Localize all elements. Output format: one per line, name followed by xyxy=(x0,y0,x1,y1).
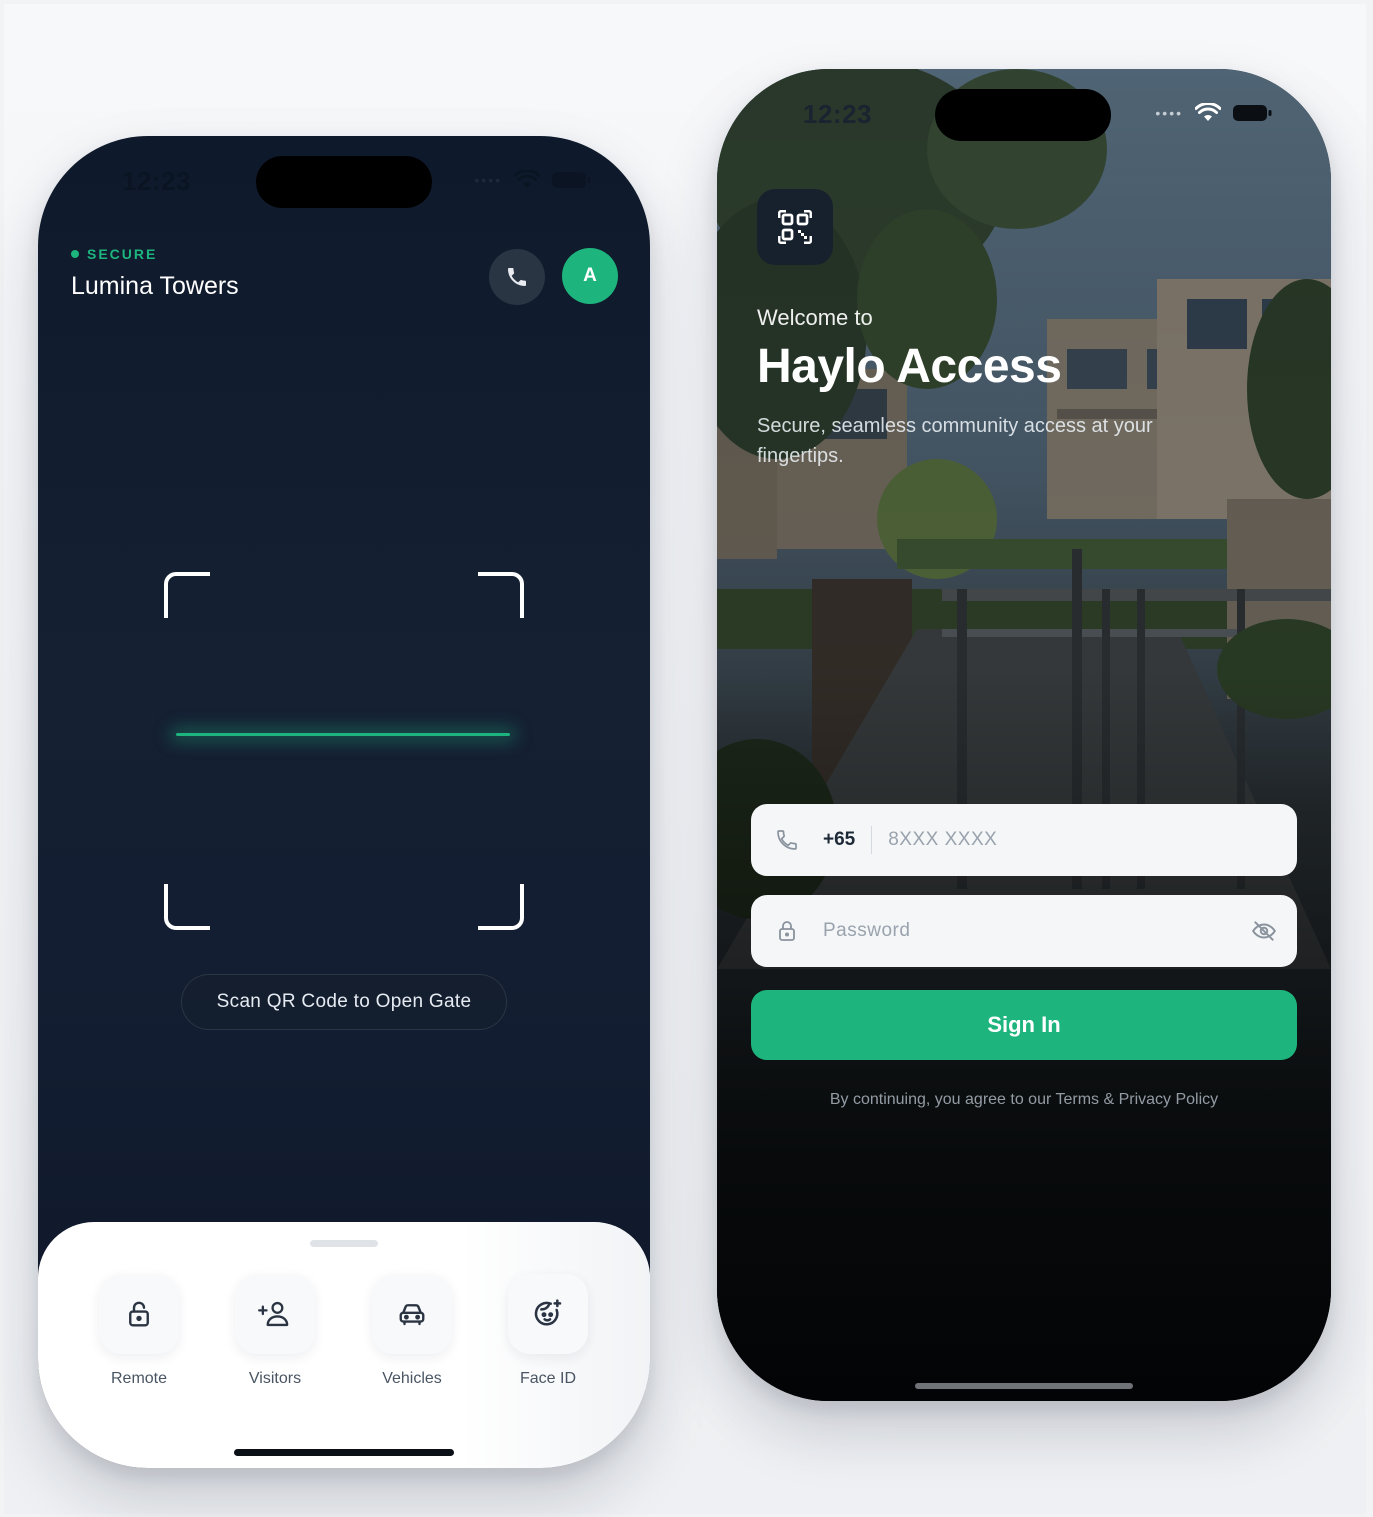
add-person-icon xyxy=(258,1301,289,1327)
sign-in-button[interactable]: Sign In xyxy=(751,990,1297,1060)
action-remote[interactable]: Remote xyxy=(97,1274,181,1388)
call-button[interactable] xyxy=(489,249,545,305)
frame-corner-top-right xyxy=(478,572,524,618)
scanner-phone: 12:23 •••• SECURE Lumina Towers A Scan Q… xyxy=(38,136,650,1468)
app-title: Haylo Access xyxy=(757,340,1062,393)
status-icons: •••• xyxy=(1155,103,1273,123)
home-indicator[interactable] xyxy=(915,1383,1133,1389)
action-sheet: Remote Visitors Vehicles Face ID xyxy=(38,1222,650,1468)
action-label: Vehicles xyxy=(382,1370,442,1387)
scan-line xyxy=(176,733,510,736)
status-icons: •••• xyxy=(474,170,592,190)
app-logo xyxy=(757,189,833,265)
terms-text[interactable]: By continuing, you agree to our Terms & … xyxy=(717,1091,1331,1109)
dynamic-island xyxy=(256,156,432,208)
lock-icon xyxy=(779,921,795,941)
scan-hint-pill[interactable]: Scan QR Code to Open Gate xyxy=(181,974,507,1030)
action-vehicles[interactable]: Vehicles xyxy=(370,1274,454,1388)
action-icon-tile xyxy=(372,1274,452,1354)
building-name: Lumina Towers xyxy=(71,272,239,300)
status-time: 12:23 xyxy=(122,166,191,196)
action-face-id[interactable]: Face ID xyxy=(506,1274,590,1388)
lock-icon xyxy=(129,1301,149,1327)
dynamic-island xyxy=(935,89,1111,141)
field-icon-wrap xyxy=(751,828,823,852)
secure-label: SECURE xyxy=(87,246,158,262)
canvas: 12:23 •••• SECURE Lumina Towers A Scan Q… xyxy=(4,4,1366,1514)
battery-icon xyxy=(1233,105,1272,121)
qr-scan-frame xyxy=(164,572,524,930)
face-icon xyxy=(534,1299,562,1326)
wifi-icon xyxy=(1195,103,1221,121)
car-icon xyxy=(399,1304,425,1326)
action-visitors[interactable]: Visitors xyxy=(233,1274,317,1388)
password-input[interactable]: Password xyxy=(823,920,910,942)
action-label: Face ID xyxy=(519,1370,576,1387)
status-time: 12:23 xyxy=(803,99,872,129)
signal-icon: •••• xyxy=(1155,105,1183,121)
phone-input[interactable]: 8XXX XXXX xyxy=(888,829,997,851)
frame-corner-bottom-right xyxy=(478,884,524,930)
phone-icon xyxy=(508,268,526,286)
tagline: Secure, seamless community access at you… xyxy=(757,415,1153,467)
action-icon-tile xyxy=(99,1274,179,1354)
welcome-text: Welcome to xyxy=(757,305,873,330)
login-phone: 12:23 •••• Welcome to Haylo Access Secur… xyxy=(717,69,1331,1401)
phone-field[interactable]: +65 8XXX XXXX xyxy=(751,804,1297,876)
action-label: Visitors xyxy=(248,1370,302,1387)
frame-corner-top-left xyxy=(164,572,210,618)
action-icon-tile xyxy=(235,1274,315,1354)
frame-corner-bottom-left xyxy=(164,884,210,930)
avatar[interactable]: A xyxy=(562,248,618,304)
eye-off-icon[interactable] xyxy=(1251,918,1277,944)
field-icon-wrap xyxy=(751,919,823,943)
field-divider xyxy=(871,826,873,854)
country-code-selector[interactable]: +65 xyxy=(823,829,855,851)
password-field[interactable]: Password xyxy=(751,895,1297,967)
sheet-handle[interactable] xyxy=(310,1240,378,1247)
phone-icon xyxy=(777,830,797,850)
action-label: Remote xyxy=(110,1370,168,1387)
estate-background-image xyxy=(717,69,1331,1401)
qr-code-icon xyxy=(778,210,812,244)
secure-indicator: SECURE xyxy=(71,246,157,262)
battery-icon xyxy=(552,172,591,188)
home-indicator[interactable] xyxy=(234,1449,454,1456)
action-icon-tile xyxy=(508,1274,588,1354)
status-dot xyxy=(71,250,79,258)
wifi-icon xyxy=(514,170,540,188)
signal-icon: •••• xyxy=(474,172,502,188)
